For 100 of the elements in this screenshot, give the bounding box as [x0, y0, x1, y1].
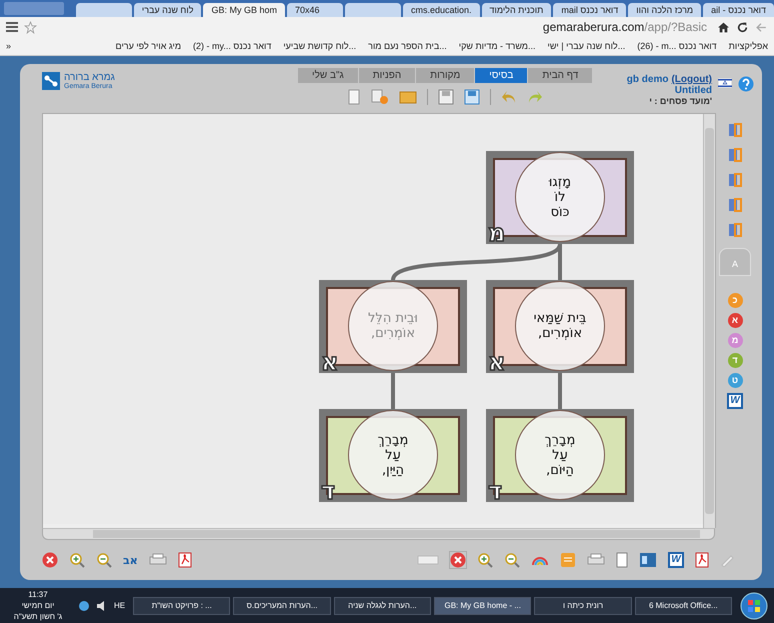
save-icon[interactable]: [438, 89, 454, 105]
taskbar-button[interactable]: הערות המעריכים.ס...: [233, 596, 331, 614]
zoom-out-icon[interactable]: [504, 552, 520, 568]
document-icon[interactable]: [728, 223, 742, 237]
browser-tab[interactable]: GB: My GB hom: [203, 3, 285, 17]
document-icon[interactable]: [728, 198, 742, 212]
clock-time: 11:37: [28, 589, 48, 600]
node-text: וּבֵית הִלֵּל: [368, 311, 418, 326]
help-icon[interactable]: [738, 76, 754, 92]
node-text: מְבָרֵךְ: [378, 432, 408, 448]
browser-tab[interactable]: 70x46: [286, 3, 343, 17]
back-arrow-icon[interactable]: [755, 20, 768, 34]
browser-tab[interactable]: cms.education.: [402, 3, 480, 17]
taskbar-button[interactable]: הערות לגגלה שניה...: [334, 596, 432, 614]
bookmark-link[interactable]: לוח קדושת שביעי...: [283, 41, 356, 51]
undo-icon[interactable]: [501, 89, 518, 105]
close-icon[interactable]: [42, 552, 58, 568]
document-icon[interactable]: [728, 123, 742, 137]
node-text: הַיַּיִן,: [382, 462, 404, 478]
user-name: gb demo: [626, 74, 668, 85]
browser-tab[interactable]: לוח שנה עברי: [134, 3, 202, 17]
connector-line: [391, 373, 395, 409]
bookmark-link[interactable]: בית הספר נעם מור...: [368, 41, 447, 51]
browser-tab[interactable]: mail דואר נכנס: [553, 3, 626, 17]
copy-page-icon[interactable]: [371, 89, 390, 105]
taskbar-button[interactable]: רונית כיתה ו: [534, 596, 632, 614]
node-text: עַל: [552, 448, 568, 462]
browser-tab[interactable]: מרכז הלכה והוו: [628, 3, 702, 17]
zoom-in-icon[interactable]: [69, 552, 85, 568]
layout-icon[interactable]: [639, 552, 657, 568]
bookmark-link[interactable]: משרד - מדיות שקי...: [458, 41, 536, 51]
browser-tab[interactable]: ail - דואר נכנס: [703, 3, 774, 17]
bookmarks-overflow[interactable]: »: [6, 41, 12, 51]
bookmark-link[interactable]: (26) - m... דואר נכנס: [637, 41, 717, 51]
alef-bet-button[interactable]: אב: [123, 554, 138, 566]
folder-icon[interactable]: [399, 90, 418, 104]
bookmark-link[interactable]: מיג אויר לפי ערים: [116, 41, 182, 51]
node-text: אוֹמְרִים,: [538, 326, 582, 341]
flag-icon[interactable]: [718, 78, 732, 88]
logo-icon: [42, 72, 60, 90]
zoom-out-icon[interactable]: [96, 552, 112, 568]
document-icon[interactable]: [728, 148, 742, 162]
page-icon[interactable]: [616, 552, 628, 568]
pdf-icon[interactable]: [695, 552, 709, 568]
node-text: הַיּוֹם,: [546, 462, 574, 478]
letter-badge[interactable]: א: [728, 313, 742, 328]
node-letter: א: [488, 349, 506, 375]
language-indicator[interactable]: HE: [114, 601, 126, 610]
reload-icon[interactable]: [736, 20, 749, 34]
menu-icon[interactable]: [6, 22, 18, 32]
node-letter: א: [321, 349, 338, 375]
app-tab[interactable]: מקורות: [416, 68, 474, 83]
logo-title: גמרא ברורה: [64, 72, 115, 83]
taskbar-button[interactable]: GB: My GB home - ...: [434, 596, 532, 614]
app-tab[interactable]: ג"ב שלי: [298, 68, 358, 83]
print-icon[interactable]: [148, 553, 167, 567]
taskbar-button[interactable]: פרויקט השו"ת : ...: [133, 596, 230, 614]
bookmark-link[interactable]: (2) - my... דואר נכנס: [193, 41, 272, 51]
close-icon[interactable]: [450, 552, 466, 568]
word-button[interactable]: W: [727, 393, 743, 409]
word-button[interactable]: W: [668, 552, 684, 568]
diagram-node[interactable]: מָזְגוּ לוֹ כּוֹס מ: [486, 151, 634, 244]
connector-line: [558, 373, 562, 409]
pencil-icon[interactable]: [720, 553, 734, 567]
star-icon[interactable]: [24, 20, 37, 34]
app-tab[interactable]: דף הבית: [528, 68, 592, 83]
home-icon[interactable]: [717, 20, 730, 34]
bookmark-link[interactable]: לוח שנה עברי | ישי...: [548, 41, 626, 51]
vertical-scrollbar[interactable]: [703, 114, 715, 528]
notes-icon[interactable]: [560, 552, 576, 568]
browser-tab[interactable]: תוכנית הלימוד: [482, 3, 552, 17]
document-title: Untitled: [674, 85, 712, 96]
app-tab[interactable]: הפניות: [358, 68, 416, 83]
diagram-node[interactable]: בֵּית שַׁמַּאי אוֹמְרִים, א: [486, 280, 634, 373]
node-text: מְבָרֵךְ: [544, 432, 576, 448]
logout-link[interactable]: (Logout): [671, 74, 712, 85]
bookmark-link[interactable]: אפליקציות: [728, 41, 768, 51]
diagram-node[interactable]: מְבָרֵךְ עַל הַיַּיִן, ד: [319, 409, 467, 502]
clock-date: ג' חשון תשע"ה: [14, 611, 62, 622]
save-as-icon[interactable]: [464, 89, 480, 105]
pdf-icon[interactable]: [178, 552, 192, 568]
document-icon[interactable]: [728, 173, 742, 187]
zoom-in-icon[interactable]: [477, 552, 493, 568]
network-icon[interactable]: [78, 600, 90, 612]
node-text: לוֹ: [554, 190, 566, 204]
node-letter: מ: [488, 220, 506, 246]
node-text: מָזְגוּ: [548, 174, 572, 190]
node-text: אוֹמְרִים,: [370, 326, 416, 341]
node-text: בֵּית שַׁמַּאי: [534, 311, 586, 326]
diagram-node[interactable]: מְבָרֵךְ עַל הַיּוֹם, ד: [486, 409, 634, 502]
node-text: עַל: [385, 448, 401, 462]
new-page-icon[interactable]: [347, 89, 362, 105]
clock-day: יום חמישי: [22, 600, 54, 611]
node-letter: ד: [321, 478, 336, 504]
print-icon[interactable]: [587, 553, 605, 567]
taskbar-button[interactable]: 6 Microsoft Office...: [634, 596, 732, 614]
start-button-icon[interactable]: [740, 592, 768, 620]
horizontal-scrollbar[interactable]: [42, 528, 715, 540]
app-tab[interactable]: בסיסי: [475, 68, 528, 83]
node-letter: ד: [488, 478, 502, 504]
